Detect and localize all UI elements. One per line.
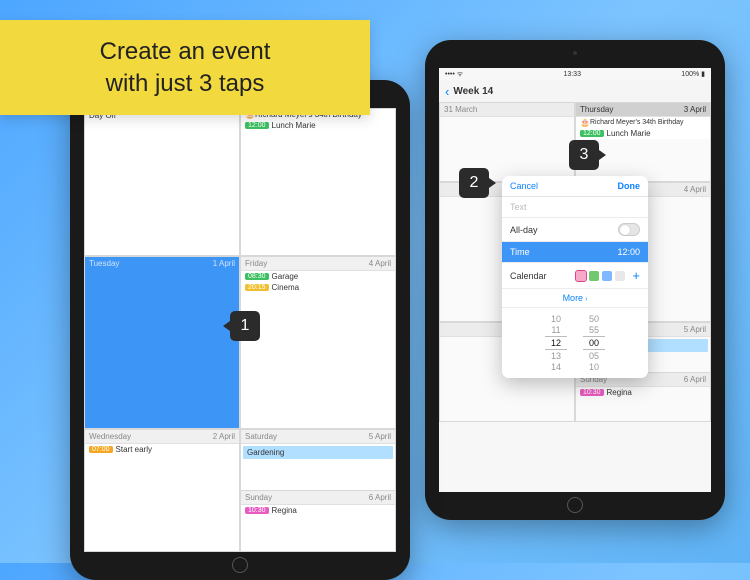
calendar-label: Calendar <box>510 271 547 281</box>
day-name: Friday <box>245 259 267 268</box>
birthday-icon: 🎂 <box>580 118 590 127</box>
status-bar: •••• ᯤ 13:33 100% ▮ <box>439 68 711 80</box>
event-time: 07:00 <box>89 446 113 453</box>
camera-icon <box>573 51 577 55</box>
swatch-blue[interactable] <box>602 271 612 281</box>
day-cell[interactable]: Friday 4 April 08:30Garage 20:15Cinema <box>240 256 396 429</box>
event-label: Start early <box>116 445 152 454</box>
day-date: 5 April <box>369 432 391 441</box>
allday-event[interactable]: Gardening <box>243 446 393 459</box>
allday-row[interactable]: All-day <box>502 218 648 242</box>
banner-line-1: Create an event <box>100 36 271 67</box>
day-date: 6 April <box>684 375 706 384</box>
day-date: 4 April <box>369 259 391 268</box>
event-time: 08:30 <box>245 273 269 280</box>
day-date: 2 April <box>213 432 235 441</box>
chevron-right-icon: › <box>585 296 587 303</box>
promo-banner: Create an event with just 3 taps <box>0 20 370 115</box>
event-label: Cinema <box>272 283 300 292</box>
day-date: 3 April <box>684 105 706 114</box>
day-date: 5 April <box>684 325 706 334</box>
day-name: Tuesday <box>89 259 119 268</box>
minute-wheel[interactable]: 50 55 00 05 10 <box>583 314 605 372</box>
event-title-input[interactable]: Text <box>502 197 648 218</box>
day-date: 1 April <box>213 259 235 268</box>
day-cell-selected[interactable]: Tuesday 1 April <box>84 256 240 429</box>
day-date: 4 April <box>684 185 706 194</box>
new-event-popup: Cancel Done Text All-day Time 12:00 Cale… <box>502 176 648 378</box>
event-label: Richard Meyer's 34th Birthday <box>590 119 684 126</box>
ipad-right: •••• ᯤ 13:33 100% ▮ ‹ Week 14 31 March T… <box>425 40 725 520</box>
home-button[interactable] <box>232 557 248 573</box>
event-time: 20:15 <box>245 284 269 291</box>
day-name: Wednesday <box>89 432 131 441</box>
day-date: 31 March <box>444 105 477 114</box>
nav-bar: ‹ Week 14 <box>439 80 711 102</box>
battery-icon: 100% ▮ <box>681 70 705 78</box>
allday-toggle[interactable] <box>618 223 640 236</box>
step-badge-2: 2 <box>459 168 489 198</box>
time-value: 12:00 <box>617 247 640 257</box>
event-label: Lunch Marie <box>272 121 316 130</box>
event-label: Regina <box>272 506 297 515</box>
event-label: Lunch Marie <box>607 129 651 138</box>
event-time: 12:00 <box>580 130 604 137</box>
time-row[interactable]: Time 12:00 <box>502 242 648 263</box>
back-chevron-icon[interactable]: ‹ <box>445 84 449 99</box>
event-time: 12:00 <box>245 122 269 129</box>
calendar-row[interactable]: Calendar + <box>502 263 648 289</box>
allday-label: All-day <box>510 225 538 235</box>
day-date: 6 April <box>369 493 391 502</box>
banner-line-2: with just 3 taps <box>106 68 265 99</box>
time-label: Time <box>510 247 530 257</box>
day-cell[interactable]: 🎂Richard Meyer's 34th Birthday 12:00Lunc… <box>240 108 396 256</box>
swatch-pink[interactable] <box>576 271 586 281</box>
calendar-swatches: + <box>576 268 640 283</box>
nav-title: Week 14 <box>453 86 493 97</box>
event-label: Garage <box>272 272 299 281</box>
day-name: Sunday <box>245 493 272 502</box>
step-badge-3: 3 <box>569 140 599 170</box>
done-button[interactable]: Done <box>618 181 641 191</box>
add-calendar-icon[interactable]: + <box>632 268 640 283</box>
home-button[interactable] <box>567 497 583 513</box>
step-badge-1: 1 <box>230 311 260 341</box>
day-name: Thursday <box>580 105 613 114</box>
day-name: Saturday <box>245 432 277 441</box>
swatch-grey[interactable] <box>615 271 625 281</box>
swatch-green[interactable] <box>589 271 599 281</box>
event-time: 10:30 <box>245 507 269 514</box>
event-label: Regina <box>607 388 632 397</box>
cancel-button[interactable]: Cancel <box>510 181 538 191</box>
time-picker[interactable]: 10 11 12 13 14 50 55 00 05 10 <box>502 308 648 378</box>
day-cell[interactable]: Day Off <box>84 108 240 256</box>
more-button[interactable]: More› <box>502 289 648 308</box>
day-cell[interactable]: Wednesday 2 April 07:00Start early <box>84 429 240 552</box>
day-cell-weekend[interactable]: Saturday5 April Gardening Sunday6 April … <box>240 429 396 552</box>
signal-icon: •••• ᯤ <box>445 70 463 79</box>
calendar-popup-screen: •••• ᯤ 13:33 100% ▮ ‹ Week 14 31 March T… <box>439 68 711 492</box>
hour-wheel[interactable]: 10 11 12 13 14 <box>545 314 567 372</box>
status-time: 13:33 <box>563 71 581 78</box>
event-time: 10:30 <box>580 389 604 396</box>
